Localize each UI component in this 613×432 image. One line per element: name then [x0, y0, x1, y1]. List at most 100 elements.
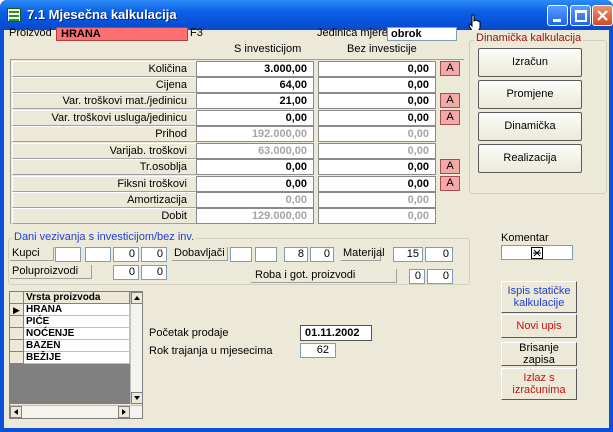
proizvod-field[interactable]: HRANA — [56, 27, 188, 41]
row-value-s-investicijom-cijena[interactable]: 64,00 — [196, 77, 314, 93]
grid-header[interactable]: Vrsta proizvoda — [24, 292, 130, 304]
vezivanje-group-title: Dani vezivanja s investicijom/bez inv. — [12, 231, 197, 243]
row-value-bez-investicije-koli-ina[interactable]: 0,00 — [318, 61, 436, 77]
row-value-s-investicijom-koli-ina[interactable]: 3.000,00 — [196, 61, 314, 77]
row-selector — [10, 340, 24, 352]
dinamicka-button-realizacija[interactable]: Realizacija — [478, 144, 582, 173]
grid-vertical-scrollbar[interactable] — [130, 292, 143, 404]
current-row-indicator-icon: ▶ — [10, 304, 24, 316]
side-button-ispis-stati-ke-kalkulacije[interactable]: Ispis statičke kalkulacije — [501, 281, 577, 313]
close-button[interactable] — [592, 5, 613, 26]
dobavljaci-field-1[interactable] — [230, 247, 252, 262]
dinamicka-button-izra-un[interactable]: Izračun — [478, 48, 582, 77]
proizvod-label: Proizvod — [9, 27, 52, 39]
window-title: 7.1 Mjesečna kalkulacija — [27, 7, 177, 22]
dobavljaci-label: Dobavljači — [172, 247, 228, 261]
row-a-button-var-tro-kovi-mat-jedinicu[interactable]: A — [440, 93, 460, 108]
scroll-left-arrow-icon[interactable] — [10, 406, 22, 418]
rok-trajanja-field[interactable]: 62 — [300, 343, 336, 358]
pocetak-prodaje-label: Početak prodaje — [149, 327, 229, 339]
dobavljaci-field-2[interactable] — [255, 247, 277, 262]
row-value-s-investicijom-tr-osoblja[interactable]: 0,00 — [196, 159, 314, 175]
dinamicka-button-promjene[interactable]: Promjene — [478, 80, 582, 109]
scroll-right-arrow-icon[interactable] — [118, 406, 130, 418]
row-value-bez-investicije-amortizacija: 0,00 — [318, 192, 436, 208]
row-value-s-investicijom-var-tro-kovi-mat-jedinicu[interactable]: 21,00 — [196, 93, 314, 109]
row-value-s-investicijom-dobit: 129.000,00 — [196, 208, 314, 224]
dobavljaci-field-4[interactable]: 0 — [310, 247, 334, 262]
maximize-button[interactable] — [570, 5, 591, 26]
row-label-tr-osoblja: Tr.osoblja — [12, 159, 198, 175]
grid-cell-vrsta-proizvoda[interactable]: NOĆENJE — [24, 328, 130, 340]
row-label-dobit: Dobit — [12, 208, 198, 224]
row-a-button-koli-ina[interactable]: A — [440, 61, 460, 76]
jedinica-field[interactable]: obrok — [387, 27, 457, 41]
roba-field-2[interactable]: 0 — [427, 269, 453, 284]
memo-icon — [531, 247, 543, 259]
grid-cell-vrsta-proizvoda[interactable]: BAZEN — [24, 340, 130, 352]
grid-row[interactable]: BAZEN — [10, 340, 130, 352]
kupci-field-2[interactable] — [85, 247, 111, 262]
column-header-bez-investicije: Bez investicije — [347, 43, 417, 55]
row-a-button-tr-osoblja[interactable]: A — [440, 159, 460, 174]
f3-hint: F3 — [190, 27, 203, 39]
row-label-koli-ina: Količina — [12, 61, 198, 77]
row-value-s-investicijom-varijab-tro-kovi: 63.000,00 — [196, 143, 314, 159]
poluproizvodi-field-2[interactable]: 0 — [141, 265, 167, 280]
row-value-bez-investicije-var-tro-kovi-mat-jedinicu[interactable]: 0,00 — [318, 93, 436, 109]
grid-row[interactable]: BEŽIJE — [10, 352, 130, 364]
row-value-s-investicijom-var-tro-kovi-usluga-jedinicu[interactable]: 0,00 — [196, 110, 314, 126]
kupci-label: Kupci — [10, 247, 54, 261]
side-button-novi-upis[interactable]: Novi upis — [501, 314, 577, 338]
row-a-button-var-tro-kovi-usluga-jedinicu[interactable]: A — [440, 110, 460, 125]
row-label-cijena: Cijena — [12, 77, 198, 93]
grid-horizontal-scrollbar[interactable] — [10, 405, 142, 418]
dobavljaci-field-3[interactable]: 8 — [284, 247, 308, 262]
grid-cell-vrsta-proizvoda[interactable]: HRANA — [24, 304, 130, 316]
row-label-var-tro-kovi-usluga-jedinicu: Var. troškovi usluga/jedinicu — [12, 110, 198, 126]
row-label-varijab-tro-kovi: Varijab. troškovi — [12, 143, 198, 159]
pocetak-prodaje-field[interactable]: 01.11.2002 — [300, 325, 372, 341]
row-label-fiksni-tro-kovi: Fiksni troškovi — [12, 176, 198, 192]
jedinica-label: Jedinica mjere — [317, 27, 388, 39]
side-button-izlaz-s-izra-unima[interactable]: Izlaz s izračunima — [501, 368, 577, 400]
materijal-field-1[interactable]: 15 — [393, 247, 423, 262]
kupci-field-4[interactable]: 0 — [141, 247, 167, 262]
row-value-bez-investicije-tr-osoblja[interactable]: 0,00 — [318, 159, 436, 175]
row-a-button-fiksni-tro-kovi[interactable]: A — [440, 176, 460, 191]
row-value-s-investicijom-prihod: 192.000,00 — [196, 126, 314, 142]
kupci-field-3[interactable]: 0 — [113, 247, 139, 262]
scroll-down-arrow-icon[interactable] — [131, 392, 143, 404]
materijal-field-2[interactable]: 0 — [425, 247, 453, 262]
grid-row[interactable]: PIĆE — [10, 316, 130, 328]
poluproizvodi-field-1[interactable]: 0 — [113, 265, 139, 280]
grid-cell-vrsta-proizvoda[interactable]: BEŽIJE — [24, 352, 130, 364]
row-value-s-investicijom-amortizacija: 0,00 — [196, 192, 314, 208]
side-button-brisanje-zapisa[interactable]: Brisanje zapisa — [501, 342, 577, 366]
dinamicka-button-dinami-ka-kalkulacija[interactable]: Dinamička kalkulacija — [478, 112, 582, 159]
poluproizvodi-label: Poluproizvodi — [10, 265, 92, 279]
form-client-area: Proizvod HRANA F3 Jedinica mjere obrok S… — [4, 27, 609, 428]
application-window: 7.1 Mjesečna kalkulacija Proizvod HRANA … — [0, 0, 613, 432]
vrsta-proizvoda-grid: Vrsta proizvoda ▶ HRANA PIĆE NOĆENJE BAZEN BE… — [9, 291, 143, 419]
dinamicka-group-title: Dinamička kalkulacija — [474, 32, 584, 44]
komentar-field[interactable] — [501, 245, 573, 260]
grid-row[interactable]: NOĆENJE — [10, 328, 130, 340]
row-selector — [10, 352, 24, 364]
materijal-label: Materijal — [341, 247, 385, 261]
grid-cell-vrsta-proizvoda[interactable]: PIĆE — [24, 316, 130, 328]
column-header-s-investicijom: S investicijom — [234, 43, 302, 55]
scroll-up-arrow-icon[interactable] — [131, 292, 143, 304]
roba-field-1[interactable]: 0 — [409, 269, 425, 284]
grid-row[interactable]: ▶ HRANA — [10, 304, 130, 316]
row-value-bez-investicije-cijena[interactable]: 0,00 — [318, 77, 436, 93]
minimize-button[interactable] — [547, 5, 568, 26]
row-value-s-investicijom-fiksni-tro-kovi[interactable]: 0,00 — [196, 176, 314, 192]
row-value-bez-investicije-prihod: 0,00 — [318, 126, 436, 142]
row-label-prihod: Prihod — [12, 126, 198, 142]
kupci-field-1[interactable] — [55, 247, 81, 262]
title-bar[interactable]: 7.1 Mjesečna kalkulacija — [0, 0, 613, 33]
row-selector — [10, 328, 24, 340]
row-value-bez-investicije-fiksni-tro-kovi[interactable]: 0,00 — [318, 176, 436, 192]
row-value-bez-investicije-var-tro-kovi-usluga-jedinicu[interactable]: 0,00 — [318, 110, 436, 126]
